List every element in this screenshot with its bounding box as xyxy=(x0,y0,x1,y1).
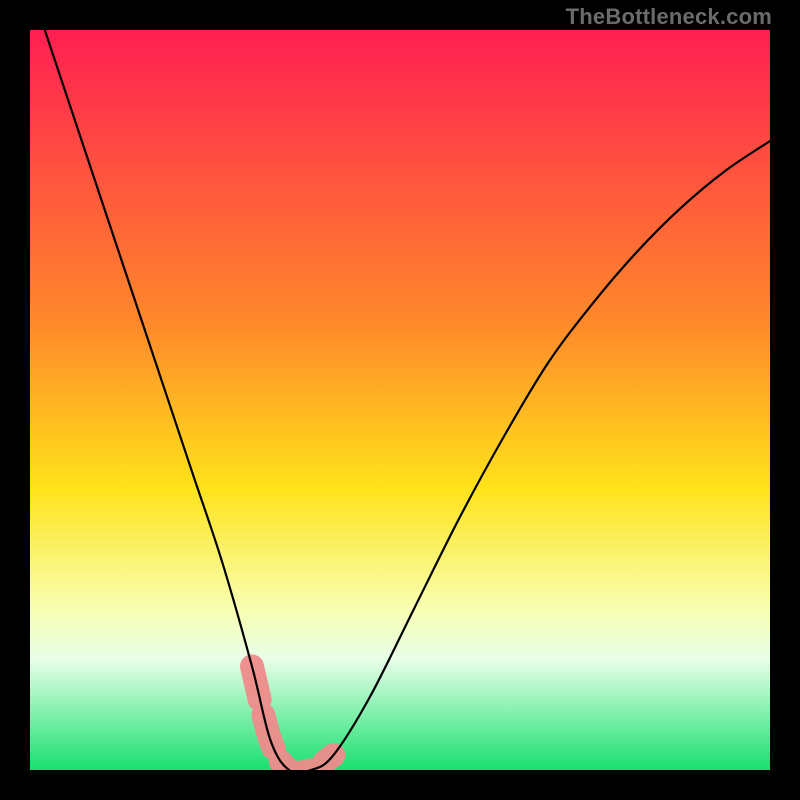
chart-svg xyxy=(30,30,770,770)
plot-area xyxy=(30,30,770,770)
gradient-background xyxy=(30,30,770,770)
chart-frame: TheBottleneck.com xyxy=(0,0,800,800)
watermark-text: TheBottleneck.com xyxy=(566,4,772,30)
